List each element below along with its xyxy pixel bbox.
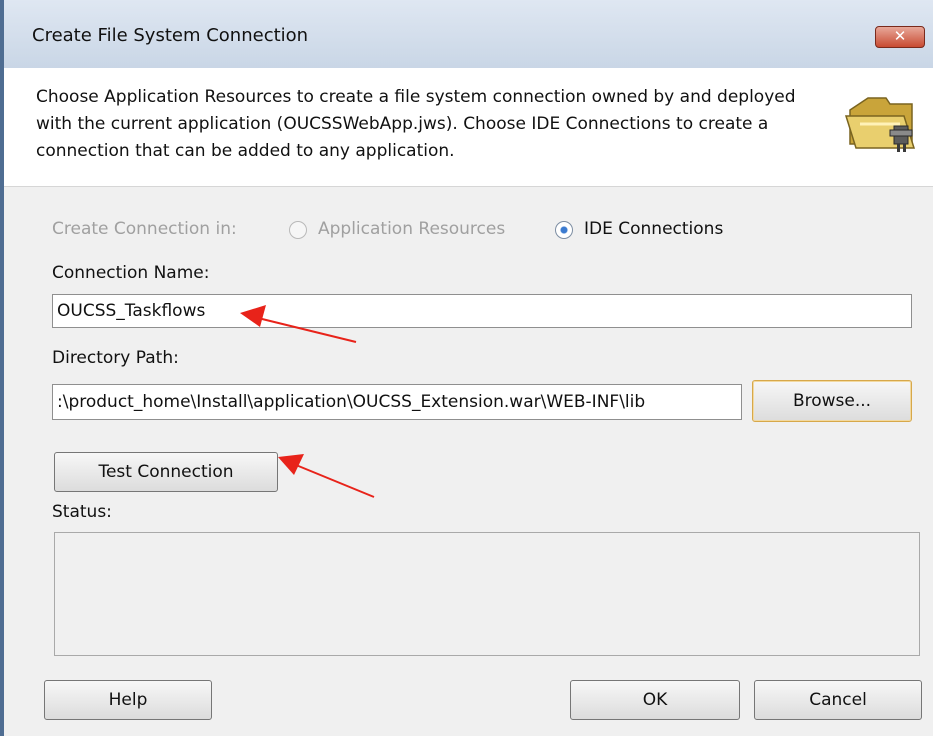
- close-button[interactable]: ✕: [875, 26, 925, 48]
- connection-name-field[interactable]: OUCSS_Taskflows: [52, 294, 912, 328]
- application-resources-label[interactable]: Application Resources: [318, 219, 505, 239]
- ide-connections-label[interactable]: IDE Connections: [584, 219, 723, 239]
- test-connection-button[interactable]: Test Connection: [54, 452, 278, 492]
- dialog-window: Create File System Connection ✕ Choose A…: [0, 0, 933, 736]
- title-bar[interactable]: Create File System Connection ✕: [4, 0, 933, 69]
- radio-ide-connections[interactable]: [555, 221, 573, 239]
- directory-path-label: Directory Path:: [52, 348, 179, 368]
- close-icon: ✕: [893, 27, 907, 45]
- create-in-label: Create Connection in:: [52, 219, 237, 239]
- ok-button[interactable]: OK: [570, 680, 740, 720]
- directory-path-field[interactable]: :\product_home\Install\application\OUCSS…: [52, 384, 742, 420]
- status-label: Status:: [52, 502, 112, 522]
- status-area: [54, 532, 920, 656]
- browse-button[interactable]: Browse...: [752, 380, 912, 422]
- help-button[interactable]: Help: [44, 680, 212, 720]
- header-description: Choose Application Resources to create a…: [36, 87, 796, 161]
- cancel-button[interactable]: Cancel: [754, 680, 922, 720]
- radio-application-resources[interactable]: [289, 221, 307, 239]
- folder-connection-icon: [844, 97, 916, 152]
- window-title: Create File System Connection: [32, 25, 309, 46]
- connection-name-label: Connection Name:: [52, 263, 210, 283]
- arrow-to-test-connection: [278, 454, 375, 498]
- header-panel: Choose Application Resources to create a…: [4, 68, 933, 187]
